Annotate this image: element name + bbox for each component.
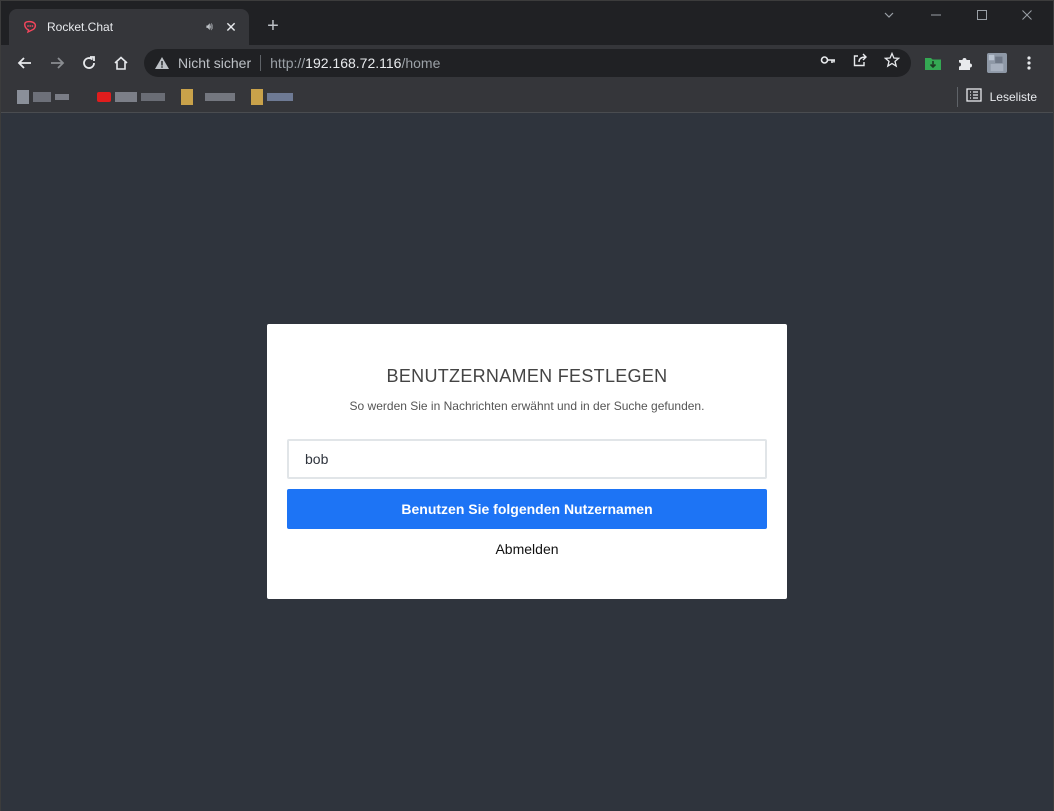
blurred-label <box>141 93 165 101</box>
bookmark-item-3[interactable] <box>181 89 193 105</box>
reading-list-label: Leseliste <box>989 89 1037 104</box>
maximize-icon[interactable] <box>972 9 992 24</box>
browser-window: Rocket.Chat 🔊︎ ✕ + Nicht sicher http://1… <box>0 0 1054 811</box>
blurred-label <box>115 92 137 102</box>
address-bar[interactable]: Nicht sicher http://192.168.72.116/home <box>144 49 911 77</box>
key-icon[interactable] <box>819 51 837 69</box>
bookmarks-divider <box>957 87 958 107</box>
blurred-label <box>33 92 51 102</box>
new-tab-plus-icon[interactable]: + <box>263 16 283 36</box>
tab-title: Rocket.Chat <box>47 20 114 34</box>
download-extension-icon[interactable] <box>923 53 943 73</box>
logout-link[interactable]: Abmelden <box>267 541 787 557</box>
bookmark-item-4[interactable] <box>205 89 235 105</box>
share-icon[interactable] <box>851 51 869 69</box>
star-icon[interactable] <box>883 51 901 69</box>
address-separator <box>260 55 262 71</box>
bookmarks-bar: Leseliste <box>1 81 1053 113</box>
url-host: 192.168.72.116 <box>305 55 402 71</box>
close-tab-icon[interactable]: ✕ <box>223 19 239 36</box>
modal-subtitle: So werden Sie in Nachrichten erwähnt und… <box>349 399 705 413</box>
url-text[interactable]: http://192.168.72.116/home <box>270 55 440 71</box>
blurred-favicon-icon <box>17 90 29 104</box>
bookmark-item-2[interactable] <box>97 89 165 105</box>
reading-list-icon <box>965 88 982 105</box>
bookmark-item-1[interactable] <box>17 89 69 105</box>
modal-title: BENUTZERNAMEN FESTLEGEN <box>386 366 668 386</box>
use-username-button[interactable]: Benutzen Sie folgenden Nutzernamen <box>287 489 767 529</box>
tab-rocketchat[interactable]: Rocket.Chat 🔊︎ ✕ <box>9 9 249 45</box>
username-input[interactable] <box>287 439 767 479</box>
forward-arrow-icon[interactable] <box>45 51 69 75</box>
profile-avatar-icon[interactable] <box>987 53 1007 73</box>
bookmark-item-5[interactable] <box>251 89 293 105</box>
browser-toolbar: Nicht sicher http://192.168.72.116/home <box>1 45 1053 81</box>
blurred-favicon-icon <box>97 92 111 102</box>
close-window-icon[interactable] <box>1017 9 1037 24</box>
warning-triangle-icon[interactable] <box>154 55 170 71</box>
url-scheme: http:// <box>270 55 306 71</box>
security-status-label[interactable]: Nicht sicher <box>178 55 251 71</box>
chevron-down-icon[interactable] <box>879 9 899 24</box>
reading-list-button[interactable]: Leseliste <box>965 88 1037 105</box>
blurred-label <box>55 94 69 100</box>
blurred-favicon-icon <box>181 89 193 105</box>
rocketchat-favicon-icon <box>23 20 37 34</box>
url-path: /home <box>401 55 441 71</box>
back-arrow-icon[interactable] <box>13 51 37 75</box>
minimize-icon[interactable] <box>926 9 946 24</box>
blurred-favicon-icon <box>251 89 263 105</box>
puzzle-icon[interactable] <box>955 53 975 73</box>
home-icon[interactable] <box>109 51 133 75</box>
kebab-menu-icon[interactable] <box>1019 53 1039 73</box>
speaker-icon[interactable]: 🔊︎ <box>206 21 213 34</box>
username-modal: BENUTZERNAMEN FESTLEGEN So werden Sie in… <box>267 324 787 599</box>
title-bar: Rocket.Chat 🔊︎ ✕ + <box>1 1 1053 45</box>
blurred-label <box>205 93 235 101</box>
reload-icon[interactable] <box>77 51 101 75</box>
blurred-label <box>267 93 293 101</box>
page-content: BENUTZERNAMEN FESTLEGEN So werden Sie in… <box>1 114 1053 811</box>
